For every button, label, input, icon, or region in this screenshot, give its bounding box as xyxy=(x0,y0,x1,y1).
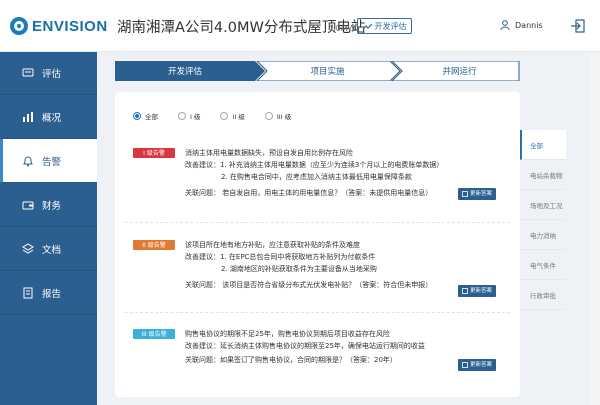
filter-level-3[interactable]: III 级 xyxy=(264,111,291,121)
risk-suggest-label: 改善建议：1. 补充消纳主体用电量数据（应至少为连续3个月以上的电费账单数据） xyxy=(185,161,444,169)
edit-icon xyxy=(462,191,468,197)
alert-level-badge: II 级告警 xyxy=(133,240,175,250)
divider xyxy=(125,312,510,313)
risk-question: 关联问题： 该项目是否符合省级分布式光伏发电补贴？（答案：符合但未申报） xyxy=(185,281,433,289)
logout-icon xyxy=(571,19,585,33)
sidebar-item-alerts[interactable]: 告警 xyxy=(0,139,97,183)
sidebar: 评估 概况 告警 财务 文档 报告 xyxy=(0,52,97,405)
edit-icon xyxy=(462,362,468,368)
sidebar-item-label: 概况 xyxy=(42,112,62,124)
radio-icon xyxy=(220,112,229,120)
sidebar-item-evaluate[interactable]: 评估 xyxy=(0,52,97,95)
update-answer-button[interactable]: 更新答案 xyxy=(458,188,496,200)
logout-button[interactable] xyxy=(570,18,586,34)
sidebar-item-label: 评估 xyxy=(42,69,62,80)
risk-item: II 级告警 该项目所在地有地方补贴，应注意获取补贴的条件及难度 改善建议：1.… xyxy=(133,240,503,300)
risk-question: 关联问题：如果签订了购售电协议，合同的期限是？（答案：20年） xyxy=(185,356,397,364)
update-answer-button[interactable]: 更新答案 xyxy=(458,359,496,371)
risk-suggestion: 2. 湖南地区的补贴获取条件为主要设备从当地采购 xyxy=(221,265,377,273)
user-menu[interactable]: Dannis xyxy=(500,20,543,30)
wallet-icon xyxy=(22,201,34,209)
category-all[interactable]: 全部 xyxy=(520,130,566,160)
scrollbar[interactable] xyxy=(590,52,600,405)
risk-suggestion: 2. 在购售电合同中，应考虑加入消纳主体最低用电量保障条款 xyxy=(221,173,412,181)
sidebar-item-reports[interactable]: 报告 xyxy=(0,271,97,315)
step-operate[interactable]: 并网运行 xyxy=(400,61,519,81)
step-implement[interactable]: 项目实施 xyxy=(265,61,390,81)
trend-icon xyxy=(362,23,372,29)
risk-suggest-label: 改善建议：1. 在EPC总包合同中将获取地方补贴列为付款条件 xyxy=(185,253,376,261)
radio-icon xyxy=(178,112,186,120)
alert-level-badge: I 级告警 xyxy=(133,148,175,158)
progress-stepper: 开发评估 项目实施 并网运行 xyxy=(115,61,520,81)
chat-icon xyxy=(22,68,34,77)
category-site[interactable]: 场地及工况 xyxy=(520,190,566,220)
user-name: Dannis xyxy=(515,20,543,30)
risk-item: I 级告警 消纳主体用电量数据缺失，预设自发自用比例存在风险 改善建议：1. 补… xyxy=(133,148,503,208)
update-answer-button[interactable]: 更新答案 xyxy=(458,285,496,297)
stage-button-label: 开发评估 xyxy=(374,21,407,31)
filter-level-1[interactable]: I 级 xyxy=(178,111,200,121)
category-electrical[interactable]: 电气条件 xyxy=(520,250,566,280)
layers-icon xyxy=(22,242,34,254)
category-tabs: 全部 电站杀载物 场地及工况 电力消纳 电气条件 行政审批 xyxy=(520,130,566,310)
user-icon xyxy=(500,20,510,30)
report-icon xyxy=(23,287,33,298)
top-header: ENVISION 湖南湘潭A公司4.0MW分布式屋顶电站 4.0MW 开发评估 … xyxy=(0,0,600,52)
bar-chart-icon xyxy=(23,111,33,122)
capacity-label: 4.0MW xyxy=(328,24,356,33)
step-develop[interactable]: 开发评估 xyxy=(115,61,255,81)
level-filter: 全部 I 级 II 级 III 级 xyxy=(133,111,291,121)
sidebar-item-finance[interactable]: 财务 xyxy=(0,183,97,227)
alert-level-badge: III 级告警 xyxy=(133,329,175,339)
radio-icon xyxy=(264,112,273,120)
risk-title: 消纳主体用电量数据缺失，预设自发自用比例存在风险 xyxy=(185,149,353,157)
category-approval[interactable]: 行政审批 xyxy=(520,280,566,310)
sidebar-item-label: 报告 xyxy=(42,288,62,300)
radio-selected-icon xyxy=(133,112,141,120)
stage-button[interactable]: 开发评估 xyxy=(357,18,412,34)
sidebar-item-label: 文档 xyxy=(42,244,62,256)
risk-suggestion: 改善建议：延长消纳主体购售电协议的期限至25年，确保电站运行期间的收益 xyxy=(185,342,425,350)
risk-title: 该项目所在地有地方补贴，应注意获取补贴的条件及难度 xyxy=(185,241,360,249)
risk-item: III 级告警 购售电协议的期限不足25年，购售电协议到期后项目收益存在风险 改… xyxy=(133,329,503,379)
filter-level-2[interactable]: II 级 xyxy=(220,111,245,121)
sidebar-item-label: 告警 xyxy=(42,156,62,168)
bell-icon xyxy=(23,155,33,166)
brand-logo[interactable]: ENVISION xyxy=(0,0,114,52)
sidebar-item-overview[interactable]: 概况 xyxy=(0,95,97,139)
sidebar-item-label: 财务 xyxy=(42,200,62,212)
sidebar-item-documents[interactable]: 文档 xyxy=(0,227,97,271)
envision-logo-icon xyxy=(10,17,28,35)
risk-question: 关联问题： 若自发自用，用电主体的用电量信息？（答案：未提供用电量信息） xyxy=(185,189,433,197)
edit-icon xyxy=(462,288,468,294)
risk-title: 购售电协议的期限不足25年，购售电协议到期后项目收益存在风险 xyxy=(185,330,390,338)
brand-name: ENVISION xyxy=(32,17,108,35)
category-consumption[interactable]: 电力消纳 xyxy=(520,220,566,250)
category-shading[interactable]: 电站杀载物 xyxy=(520,160,566,190)
divider xyxy=(125,222,510,223)
filter-all[interactable]: 全部 xyxy=(133,111,158,121)
